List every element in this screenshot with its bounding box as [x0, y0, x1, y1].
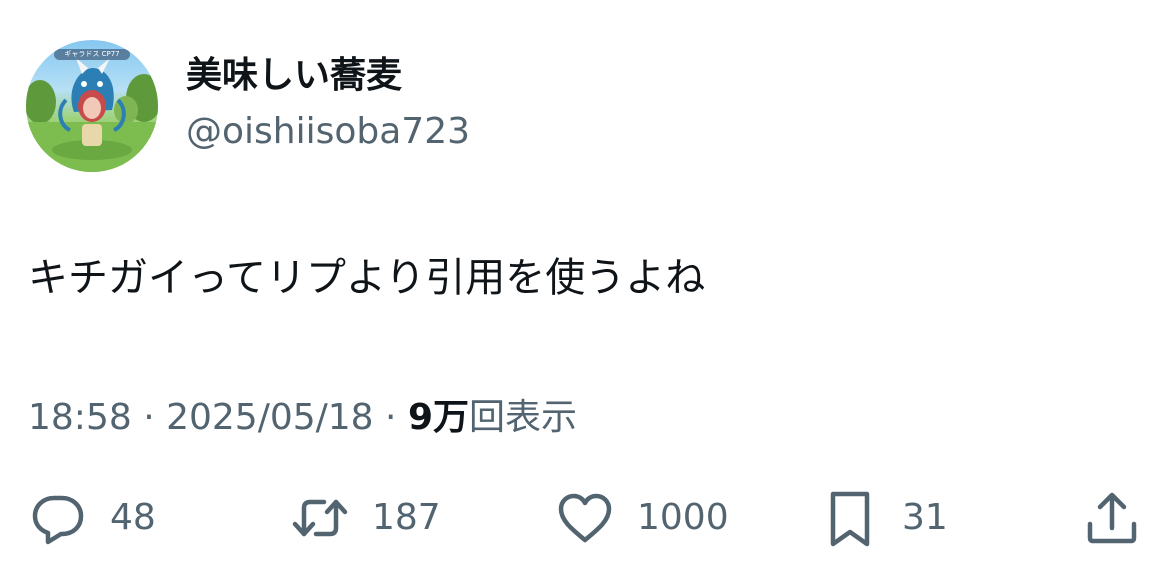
heart-icon [555, 488, 615, 548]
avatar[interactable]: ギャラドス CP77 [26, 40, 158, 172]
user-handle[interactable]: @oishiisoba723 [186, 106, 470, 158]
action-bar: 48 187 1000 31 [0, 488, 1170, 548]
views-label: 回表示 [469, 397, 578, 438]
tweet-meta: 18:58 · 2025/05/18 · 9万回表示 [28, 392, 577, 444]
tweet-text: キチガイってリプより引用を使うよね [28, 255, 706, 301]
retweet-arrows-icon [290, 488, 350, 548]
tweet-time[interactable]: 18:58 [28, 397, 132, 438]
share-upload-icon [1082, 488, 1142, 548]
bookmark-icon [820, 488, 880, 548]
like-count: 1000 [637, 497, 729, 538]
meta-separator: · [131, 397, 167, 438]
meta-separator: · [373, 397, 408, 438]
reply-count: 48 [110, 497, 156, 538]
bookmark-count: 31 [902, 497, 948, 538]
share-button[interactable] [1082, 488, 1142, 548]
speech-bubble-icon [28, 488, 88, 548]
reply-button[interactable]: 48 [28, 488, 156, 548]
like-button[interactable]: 1000 [555, 488, 729, 548]
avatar-pokemon-tag: ギャラドス CP77 [54, 49, 130, 60]
display-name[interactable]: 美味しい蕎麦 [186, 50, 402, 102]
views-count: 9万 [407, 397, 469, 438]
retweet-count: 187 [372, 497, 441, 538]
bookmark-button[interactable]: 31 [820, 488, 948, 548]
tweet-date[interactable]: 2025/05/18 [166, 397, 374, 438]
retweet-button[interactable]: 187 [290, 488, 441, 548]
